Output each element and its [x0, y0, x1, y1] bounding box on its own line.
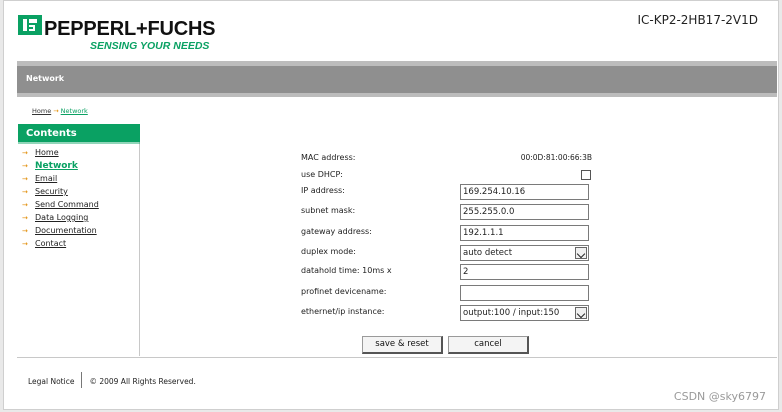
ip-address-row: IP address: 169.254.10.16 [301, 184, 594, 200]
brand-tagline: SENSING YOUR NEEDS [90, 40, 210, 52]
cancel-button[interactable]: cancel [448, 336, 529, 354]
device-id: IC-KP2-2HB17-2V1D [637, 13, 758, 27]
ip-address-input[interactable]: 169.254.10.16 [460, 184, 589, 200]
sidebar-item-send-command: → Send Command [22, 198, 99, 211]
datahold-label: datahold time: 10ms x [301, 266, 392, 275]
breadcrumb-network-link[interactable]: Network [61, 107, 88, 115]
pf-logo-icon [18, 15, 42, 35]
sidebar-link-documentation[interactable]: Documentation [35, 226, 97, 235]
ip-address-label: IP address: [301, 186, 345, 195]
sidebar-item-documentation: → Documentation [22, 224, 99, 237]
breadcrumb-arrow-icon: → [53, 107, 59, 115]
sidebar-item-home: → Home [22, 146, 99, 159]
footer-divider [17, 357, 777, 358]
mac-address-value: 00:0D:81:00:66:3B [520, 153, 592, 162]
footer: Legal Notice © 2009 All Rights Reserved. [28, 372, 196, 388]
save-reset-button[interactable]: save & reset [362, 336, 443, 354]
page: PEPPERL+FUCHS SENSING YOUR NEEDS IC-KP2-… [3, 0, 779, 410]
sidebar-link-send-command[interactable]: Send Command [35, 200, 99, 209]
duplex-mode-value: auto detect [463, 248, 513, 258]
profinet-label: profinet devicename: [301, 287, 387, 296]
watermark: CSDN @sky6797 [673, 390, 766, 403]
legal-notice-link[interactable]: Legal Notice [28, 377, 74, 386]
ethernet-ip-value: output:100 / input:150 [463, 308, 560, 318]
section-title: Network [26, 74, 65, 83]
duplex-mode-label: duplex mode: [301, 247, 356, 256]
subnet-mask-label: subnet mask: [301, 206, 356, 215]
dhcp-checkbox[interactable] [581, 170, 591, 180]
sidebar-link-network[interactable]: Network [35, 161, 78, 171]
subnet-mask-row: subnet mask: 255.255.0.0 [301, 204, 594, 220]
footer-separator [81, 372, 83, 388]
duplex-mode-row: duplex mode: auto detect [301, 245, 594, 261]
sidebar: Contents → Home → Network → Email → Security… [18, 124, 140, 356]
dhcp-label: use DHCP: [301, 170, 343, 179]
breadcrumb-home-link[interactable]: Home [32, 107, 51, 115]
contents-divider [18, 142, 140, 144]
subnet-mask-input[interactable]: 255.255.0.0 [460, 204, 589, 220]
sidebar-nav: → Home → Network → Email → Security → Send Co… [22, 146, 99, 250]
sidebar-item-contact: → Contact [22, 237, 99, 250]
datahold-input[interactable]: 2 [460, 264, 589, 280]
sidebar-link-security[interactable]: Security [35, 187, 68, 196]
breadcrumb: Home → Network [32, 107, 88, 115]
dhcp-row: use DHCP: [301, 168, 594, 184]
sidebar-link-data-logging[interactable]: Data Logging [35, 213, 88, 222]
sidebar-link-contact[interactable]: Contact [35, 239, 66, 248]
sidebar-item-email: → Email [22, 172, 99, 185]
profinet-row: profinet devicename: [301, 285, 594, 301]
datahold-row: datahold time: 10ms x 2 [301, 264, 594, 280]
sidebar-item-network: → Network [22, 159, 99, 172]
chevron-down-icon[interactable] [575, 247, 587, 259]
sidebar-link-email[interactable]: Email [35, 174, 57, 183]
contents-header: Contents [18, 124, 140, 142]
gateway-input[interactable]: 192.1.1.1 [460, 225, 589, 241]
sidebar-item-data-logging: → Data Logging [22, 211, 99, 224]
ethernet-ip-row: ethernet/ip instance: output:100 / input… [301, 305, 594, 321]
sidebar-item-security: → Security [22, 185, 99, 198]
arrow-right-icon: → [22, 240, 28, 248]
band-bottom-stripe [17, 93, 777, 97]
ethernet-ip-label: ethernet/ip instance: [301, 307, 385, 316]
mac-address-label: MAC address: [301, 153, 356, 162]
ethernet-ip-select[interactable]: output:100 / input:150 [460, 305, 589, 321]
sidebar-link-home[interactable]: Home [35, 148, 59, 157]
section-band: Network [17, 66, 777, 93]
profinet-input[interactable] [460, 285, 589, 301]
contents-title: Contents [26, 128, 77, 139]
copyright-text: © 2009 All Rights Reserved. [89, 377, 196, 386]
brand-name: PEPPERL+FUCHS [44, 18, 216, 40]
gateway-row: gateway address: 192.1.1.1 [301, 225, 594, 241]
mac-address-row: MAC address: 00:0D:81:00:66:3B [301, 151, 594, 167]
chevron-down-icon[interactable] [575, 307, 587, 319]
duplex-mode-select[interactable]: auto detect [460, 245, 589, 261]
gateway-label: gateway address: [301, 227, 372, 236]
